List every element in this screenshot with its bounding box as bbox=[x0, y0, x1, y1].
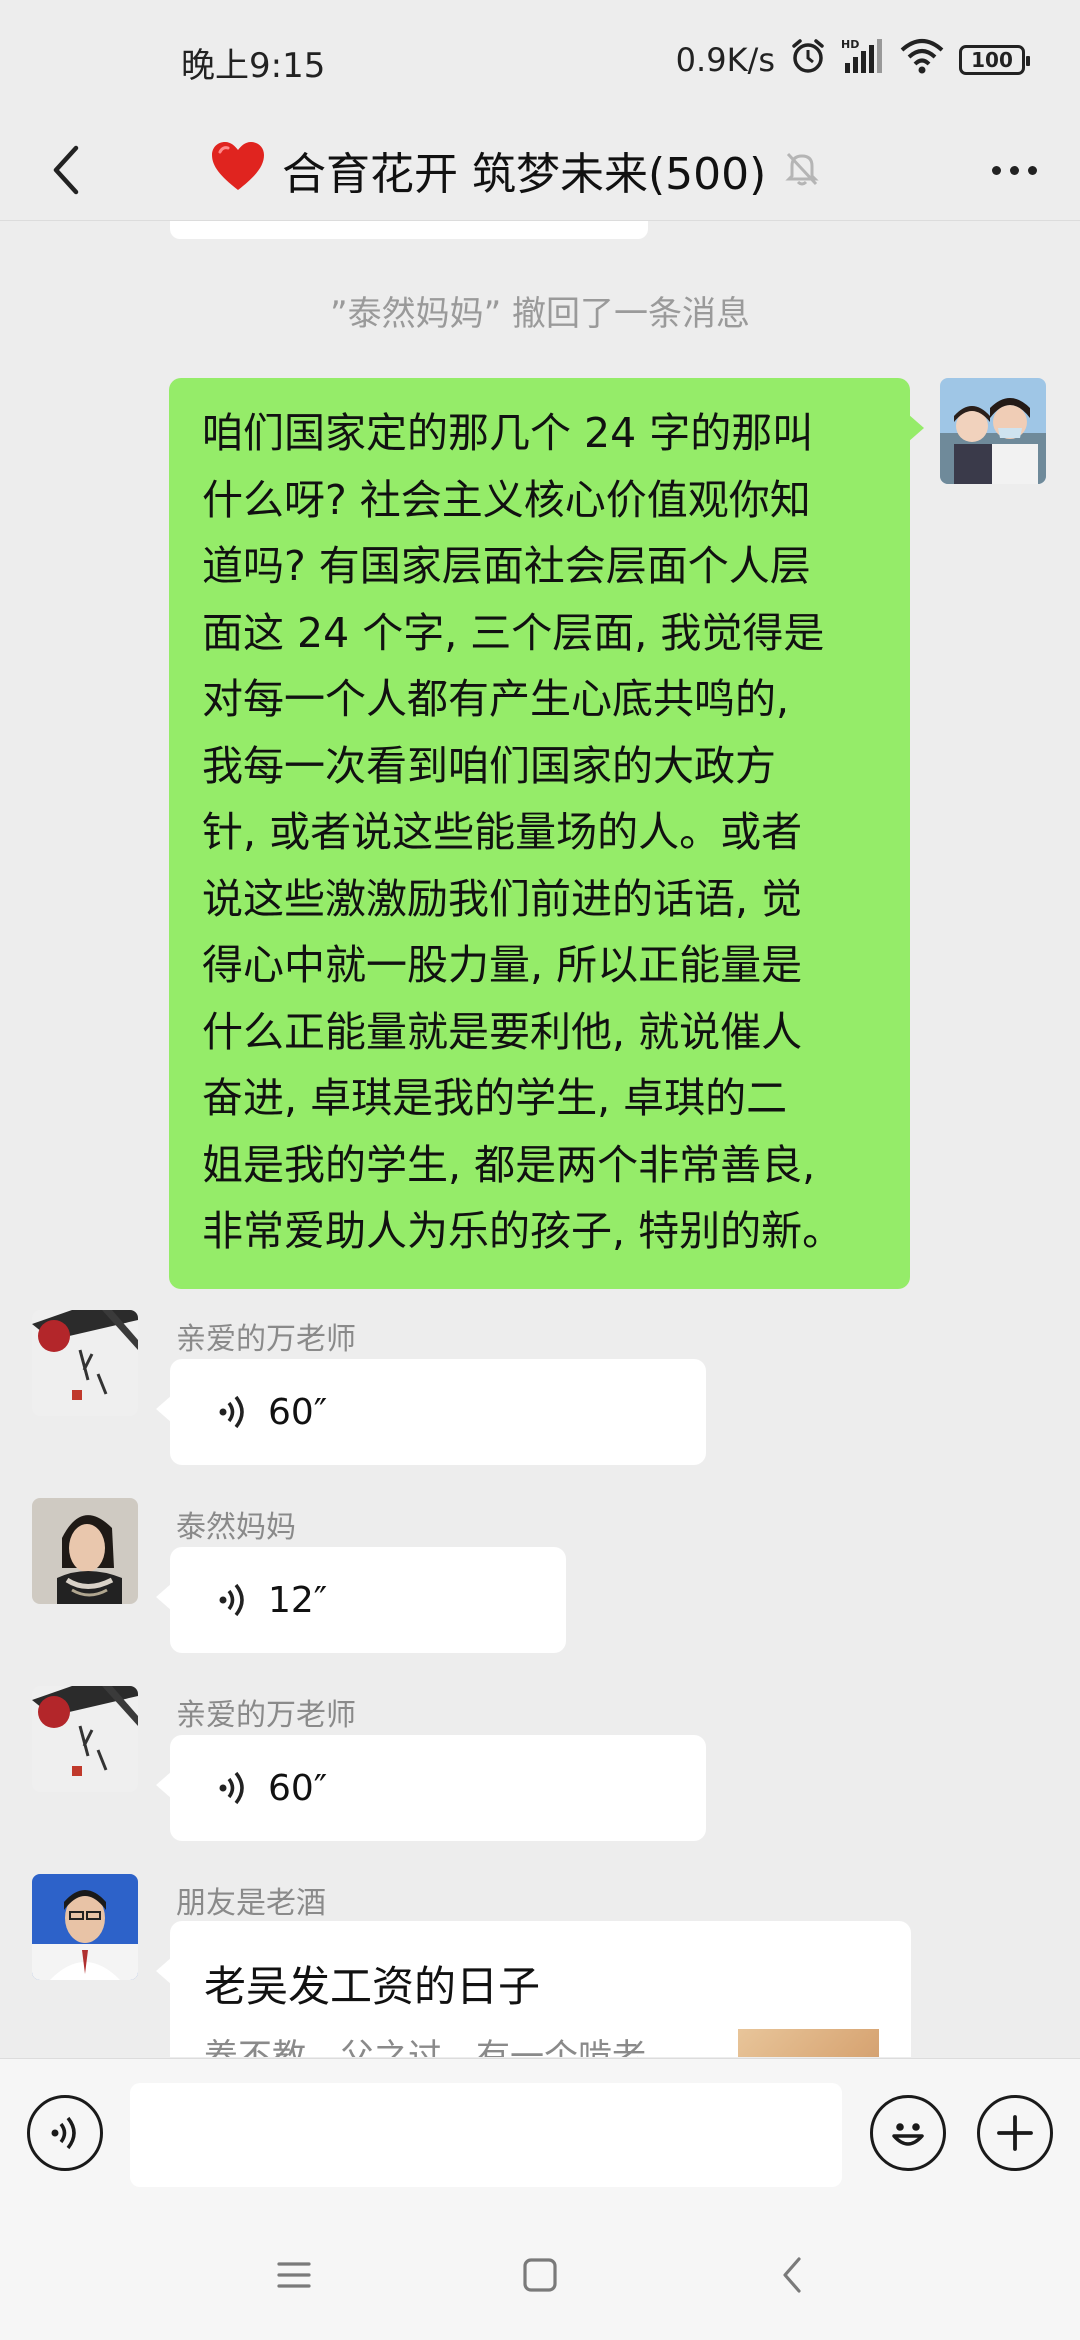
mute-bell-icon bbox=[782, 148, 822, 192]
voice-input-button[interactable] bbox=[27, 2095, 103, 2171]
message-line: 什么呀? 社会主义核心价值观你知 bbox=[202, 475, 811, 524]
voice-message-bubble[interactable]: 60″ bbox=[156, 1359, 706, 1465]
voice-duration: 12″ bbox=[268, 1579, 328, 1621]
signal-hd-icon: HD bbox=[841, 37, 885, 83]
plus-icon bbox=[997, 2115, 1033, 2151]
more-button[interactable] bbox=[976, 132, 1052, 208]
message-line: 咱们国家定的那几个 24 字的那叫 bbox=[202, 409, 814, 457]
my-avatar[interactable] bbox=[940, 378, 1046, 484]
sender-avatar[interactable] bbox=[32, 1498, 138, 1604]
link-card-description: 养不教，父之过，有一个啃老 bbox=[204, 2037, 646, 2057]
menu-icon bbox=[277, 2262, 311, 2288]
voice-duration: 60″ bbox=[268, 1391, 328, 1433]
link-card-thumbnail bbox=[738, 2029, 879, 2057]
message-line: 面这 24 个字, 三个层面, 我觉得是 bbox=[202, 608, 825, 657]
system-back-icon bbox=[783, 2257, 801, 2293]
alarm-icon bbox=[789, 37, 827, 83]
more-icon bbox=[991, 165, 1001, 175]
message-line: 说这些激激励我们前进的话语, 觉 bbox=[202, 874, 803, 923]
message-input[interactable] bbox=[130, 2083, 842, 2187]
sender-name: 亲爱的万老师 bbox=[176, 1322, 356, 1357]
home-icon bbox=[523, 2258, 557, 2292]
link-card-bubble[interactable]: 老吴发工资的日子 养不教，父之过，有一个啃老 bbox=[156, 1921, 911, 2057]
more-icon-dot bbox=[1009, 165, 1019, 175]
voice-wave-icon bbox=[219, 1583, 244, 1617]
chat-header: 合育花开 筑梦未来(500) bbox=[0, 120, 1080, 220]
svg-text:HD: HD bbox=[841, 38, 859, 51]
my-message-bubble[interactable]: 咱们国家定的那几个 24 字的那叫 什么呀? 社会主义核心价值观你知 道吗? 有… bbox=[169, 378, 924, 1289]
message-line: 针, 或者说这些能量场的人。或者 bbox=[202, 808, 803, 856]
chat-title: 合育花开 筑梦未来(500) bbox=[282, 149, 767, 200]
home-button[interactable] bbox=[505, 2240, 575, 2310]
link-card-title: 老吴发工资的日子 bbox=[204, 1962, 541, 2011]
emoji-button[interactable] bbox=[870, 2095, 946, 2171]
message-line: 什么正能量就是要利他, 就说催人 bbox=[202, 1007, 803, 1056]
status-indicators: 0.9K/s HD 100 bbox=[675, 36, 1030, 84]
status-bar: 晚上9:15 0.9K/s HD 100 bbox=[0, 0, 1080, 120]
wifi-icon bbox=[899, 38, 945, 82]
system-navigation-bar bbox=[0, 2210, 1080, 2340]
sender-name: 朋友是老酒 bbox=[176, 1886, 326, 1921]
partial-message-bubble[interactable] bbox=[170, 221, 648, 239]
battery-icon: 100 bbox=[959, 45, 1030, 75]
message-line: 奋进, 卓琪是我的学生, 卓琪的二 bbox=[202, 1074, 788, 1122]
voice-duration: 60″ bbox=[268, 1767, 328, 1809]
emoji-icon bbox=[892, 2123, 924, 2146]
voice-message-bubble[interactable]: 12″ bbox=[156, 1547, 566, 1653]
voice-wave-icon bbox=[219, 1395, 244, 1429]
status-time: 晚上9:15 bbox=[181, 46, 326, 86]
back-icon bbox=[53, 145, 79, 195]
recall-notice: ”泰然妈妈” 撤回了一条消息 bbox=[329, 294, 751, 334]
sender-avatar[interactable] bbox=[32, 1686, 138, 1792]
voice-message-bubble[interactable]: 60″ bbox=[156, 1735, 706, 1841]
chat-message-list[interactable]: ”泰然妈妈” 撤回了一条消息 咱们国家定的那几个 24 字的那叫 什么呀? 社会… bbox=[0, 221, 1080, 2057]
message-line: 我每一次看到咱们国家的大政方 bbox=[202, 741, 776, 790]
sender-avatar[interactable] bbox=[32, 1874, 138, 1980]
network-speed: 0.9K/s bbox=[675, 41, 775, 79]
message-line: 姐是我的学生, 都是两个非常善良, bbox=[202, 1140, 816, 1189]
more-functions-button[interactable] bbox=[977, 2095, 1053, 2171]
voice-wave-icon bbox=[219, 1771, 244, 1805]
message-line: 非常爱助人为乐的孩子, 特别的新。 bbox=[202, 1207, 844, 1255]
voice-input-icon bbox=[51, 2116, 76, 2150]
message-line: 得心中就一股力量, 所以正能量是 bbox=[202, 941, 803, 989]
message-line: 道吗? 有国家层面社会层面个人层 bbox=[202, 542, 811, 590]
back-button[interactable] bbox=[28, 132, 104, 208]
menu-button[interactable] bbox=[259, 2240, 329, 2310]
system-back-button[interactable] bbox=[757, 2240, 827, 2310]
sender-avatar[interactable] bbox=[32, 1310, 138, 1416]
message-line: 对每一个人都有产生心底共鸣的, bbox=[202, 675, 790, 723]
sender-name: 亲爱的万老师 bbox=[176, 1698, 356, 1733]
heart-icon bbox=[210, 140, 266, 201]
sender-name: 泰然妈妈 bbox=[176, 1510, 296, 1545]
more-icon-dot bbox=[1027, 165, 1037, 175]
input-bar bbox=[0, 2058, 1080, 2210]
chat-title-area: 合育花开 筑梦未来(500) bbox=[210, 130, 890, 210]
